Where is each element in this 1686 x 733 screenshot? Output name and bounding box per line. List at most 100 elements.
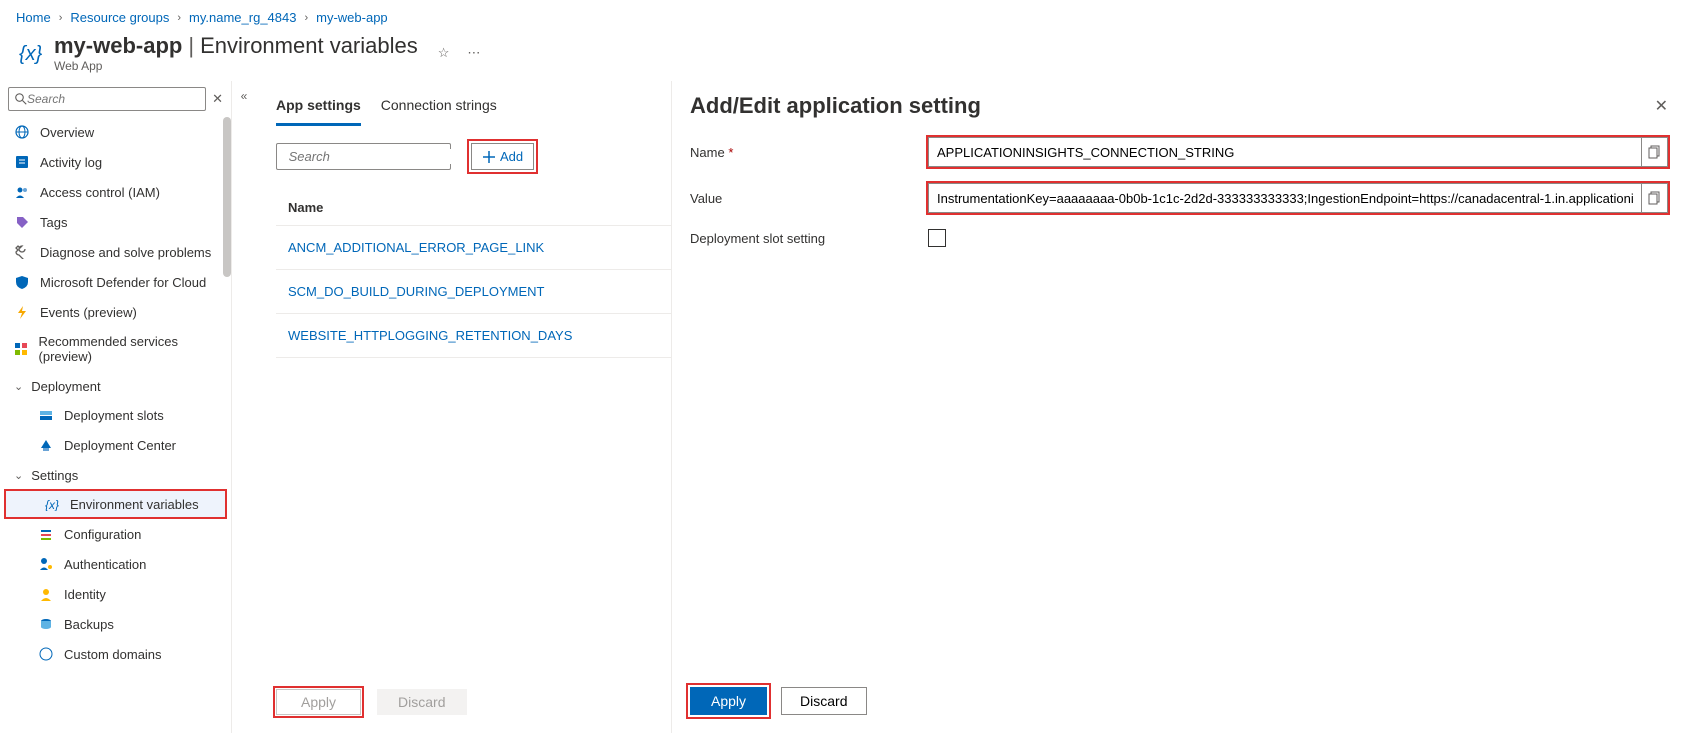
settings-search-input[interactable] <box>289 149 467 164</box>
tabs: App settings Connection strings <box>276 81 671 127</box>
svg-text:{x}: {x} <box>19 43 43 65</box>
breadcrumb-resource-groups[interactable]: Resource groups <box>70 10 169 25</box>
nav-backups[interactable]: Backups <box>0 609 231 639</box>
grid-icon <box>14 341 29 357</box>
slot-checkbox[interactable] <box>928 229 946 247</box>
nav-label: Authentication <box>64 557 146 572</box>
nav-label: Diagnose and solve problems <box>40 245 211 260</box>
plus-icon <box>482 150 496 164</box>
nav-group-settings[interactable]: ⌄ Settings <box>0 460 231 489</box>
nav-label: Backups <box>64 617 114 632</box>
scrollbar[interactable] <box>223 117 231 277</box>
tab-app-settings[interactable]: App settings <box>276 87 361 126</box>
settings-search[interactable] <box>276 143 451 170</box>
nav-label: Overview <box>40 125 94 140</box>
nav-search[interactable] <box>8 87 206 111</box>
column-header-name[interactable]: Name <box>276 190 671 226</box>
table-row[interactable]: WEBSITE_HTTPLOGGING_RETENTION_DAYS <box>276 314 671 358</box>
nav-label: Environment variables <box>70 497 199 512</box>
env-vars-icon: {x} <box>16 39 44 67</box>
tag-icon <box>14 214 30 230</box>
copy-icon[interactable] <box>1642 137 1668 167</box>
identity-icon <box>38 586 54 602</box>
chevron-right-icon: › <box>304 12 308 24</box>
nav-access-control[interactable]: Access control (IAM) <box>0 177 231 207</box>
nav-defender[interactable]: Microsoft Defender for Cloud <box>0 267 231 297</box>
table-row[interactable]: SCM_DO_BUILD_DURING_DEPLOYMENT <box>276 270 671 314</box>
nav-label: Recommended services (preview) <box>39 334 217 364</box>
left-nav: ✕ Overview Activity log Access control (… <box>0 81 232 733</box>
wrench-icon <box>14 244 30 260</box>
discard-button[interactable]: Discard <box>781 687 866 715</box>
nav-group-label: Settings <box>31 468 78 483</box>
label-slot: Deployment slot setting <box>690 231 928 246</box>
tab-connection-strings[interactable]: Connection strings <box>381 87 497 126</box>
nav-label: Configuration <box>64 527 141 542</box>
nav-group-deployment[interactable]: ⌄ Deployment <box>0 371 231 400</box>
nav-deployment-center[interactable]: Deployment Center <box>0 430 231 460</box>
nav-tags[interactable]: Tags <box>0 207 231 237</box>
activity-log-icon <box>14 154 30 170</box>
more-menu-icon[interactable]: ⋯ <box>467 45 481 61</box>
nav-label: Identity <box>64 587 106 602</box>
people-icon <box>14 184 30 200</box>
nav-label: Activity log <box>40 155 102 170</box>
nav-configuration[interactable]: Configuration <box>0 519 231 549</box>
close-icon[interactable]: ✕ <box>1655 96 1668 116</box>
nav-identity[interactable]: Identity <box>0 579 231 609</box>
person-key-icon <box>38 556 54 572</box>
domain-icon <box>38 646 54 662</box>
label-name: Name * <box>690 145 928 160</box>
breadcrumb-home[interactable]: Home <box>16 10 51 25</box>
nav-authentication[interactable]: Authentication <box>0 549 231 579</box>
sliders-icon <box>38 526 54 542</box>
apply-button-disabled: Apply <box>276 689 361 715</box>
nav-overview[interactable]: Overview <box>0 117 231 147</box>
search-icon <box>15 93 27 105</box>
main-content: App settings Connection strings Add Name… <box>256 81 671 733</box>
nav-activity-log[interactable]: Activity log <box>0 147 231 177</box>
globe-icon <box>14 124 30 140</box>
favorite-star-icon[interactable]: ☆ <box>438 45 450 61</box>
table-row[interactable]: ANCM_ADDITIONAL_ERROR_PAGE_LINK <box>276 226 671 270</box>
env-vars-icon: {x} <box>44 496 60 512</box>
clear-search-icon[interactable]: ✕ <box>212 91 223 107</box>
breadcrumb: Home › Resource groups › my.name_rg_4843… <box>0 0 1686 33</box>
nav-diagnose[interactable]: Diagnose and solve problems <box>0 237 231 267</box>
svg-text:{x}: {x} <box>45 498 59 511</box>
settings-table: Name ANCM_ADDITIONAL_ERROR_PAGE_LINK SCM… <box>276 190 671 358</box>
resource-type: Web App <box>54 59 418 73</box>
add-label: Add <box>500 149 523 164</box>
nav-group-label: Deployment <box>31 379 100 394</box>
chevron-right-icon: › <box>177 12 181 24</box>
breadcrumb-app[interactable]: my-web-app <box>316 10 388 25</box>
nav-custom-domains[interactable]: Custom domains <box>0 639 231 669</box>
nav-label: Custom domains <box>64 647 162 662</box>
section-title: Environment variables <box>200 33 418 59</box>
apply-button[interactable]: Apply <box>690 687 767 715</box>
edit-panel: Add/Edit application setting ✕ Name * Va… <box>671 81 1686 733</box>
value-field[interactable] <box>928 183 1642 213</box>
breadcrumb-rg[interactable]: my.name_rg_4843 <box>189 10 296 25</box>
panel-title: Add/Edit application setting <box>690 93 981 119</box>
shield-icon <box>14 274 30 290</box>
resource-name: my-web-app <box>54 33 182 59</box>
nav-events[interactable]: Events (preview) <box>0 297 231 327</box>
collapse-nav-icon[interactable]: « <box>232 81 256 733</box>
chevron-down-icon: ⌄ <box>14 469 23 482</box>
nav-label: Deployment Center <box>64 438 176 453</box>
nav-label: Events (preview) <box>40 305 137 320</box>
nav-recommended[interactable]: Recommended services (preview) <box>0 327 231 371</box>
add-button[interactable]: Add <box>471 143 534 170</box>
nav-deployment-slots[interactable]: Deployment slots <box>0 400 231 430</box>
copy-icon[interactable] <box>1642 183 1668 213</box>
nav-environment-variables[interactable]: {x} Environment variables <box>4 489 227 519</box>
nav-label: Microsoft Defender for Cloud <box>40 275 206 290</box>
nav-label: Access control (IAM) <box>40 185 160 200</box>
nav-label: Tags <box>40 215 67 230</box>
discard-button-disabled: Discard <box>377 689 466 715</box>
nav-label: Deployment slots <box>64 408 164 423</box>
backup-icon <box>38 616 54 632</box>
nav-search-input[interactable] <box>27 92 199 106</box>
name-field[interactable] <box>928 137 1642 167</box>
